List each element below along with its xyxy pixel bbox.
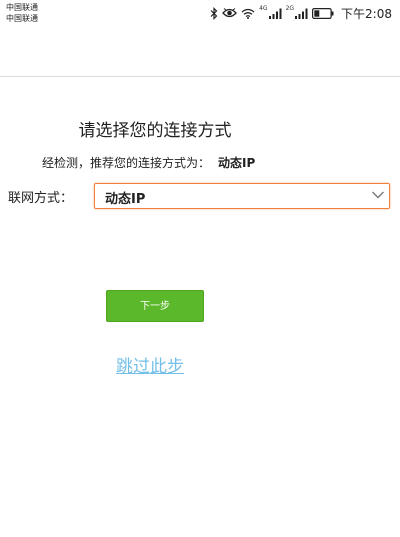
status-time: 下午2:08 — [341, 6, 392, 21]
detect-value: 动态IP — [218, 156, 256, 170]
network-tag-1: 4G — [259, 5, 268, 12]
page-title: 请选择您的连接方式 — [78, 121, 232, 141]
chevron-down-icon — [372, 191, 384, 199]
screen: 中国联通 中国联通 4G 2G 下午2:08 请选择您的连接方式 经检测，推荐您… — [0, 0, 400, 537]
detect-result: 经检测，推荐您的连接方式为： 动态IP — [42, 154, 255, 171]
carrier-info: 中国联通 中国联通 — [6, 2, 38, 24]
battery-icon — [312, 7, 334, 19]
signal-icon — [295, 8, 308, 19]
header-divider — [0, 76, 400, 77]
next-button[interactable]: 下一步 — [106, 290, 204, 322]
network-tag-2: 2G — [285, 5, 295, 12]
carrier-1: 中国联通 — [6, 3, 38, 12]
status-bar: 中国联通 中国联通 4G 2G 下午2:08 — [0, 0, 400, 27]
eye-comfort-icon — [222, 8, 237, 18]
bluetooth-icon — [210, 6, 218, 20]
connection-type-select[interactable]: 动态IP — [94, 183, 390, 209]
connection-type-selected-value: 动态IP — [105, 192, 146, 207]
connection-type-label: 联网方式： — [8, 191, 74, 206]
signal-icon — [268, 8, 282, 19]
status-icons: 4G 2G 下午2:08 — [210, 5, 392, 21]
skip-link[interactable]: 跳过此步 — [116, 352, 184, 377]
wifi-icon — [241, 8, 255, 19]
carrier-2: 中国联通 — [6, 14, 38, 23]
detect-text: 经检测，推荐您的连接方式为： — [42, 156, 211, 170]
